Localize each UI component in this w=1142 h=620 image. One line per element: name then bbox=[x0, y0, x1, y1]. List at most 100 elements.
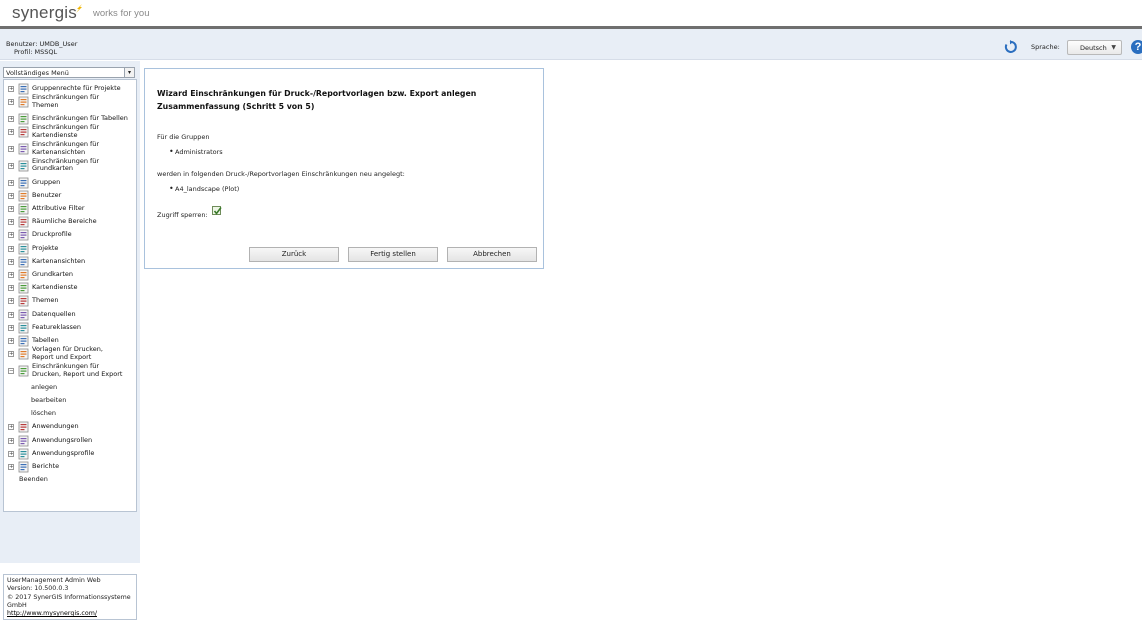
collapse-icon[interactable]: − bbox=[8, 368, 14, 374]
expand-icon[interactable]: + bbox=[8, 450, 14, 457]
sidebar-item-label: Kartenansichten bbox=[32, 256, 86, 265]
expand-icon[interactable]: + bbox=[8, 285, 14, 292]
sidebar-item[interactable]: + Vorlagen für Drucken, Report und Export bbox=[4, 345, 136, 362]
exit-link[interactable]: Beenden bbox=[19, 475, 48, 483]
footer-copyright: © 2017 SynerGIS Informationssysteme bbox=[7, 593, 131, 601]
expand-icon[interactable]: + bbox=[8, 424, 14, 431]
expand-icon[interactable]: + bbox=[8, 245, 14, 252]
sidebar-item[interactable]: + Datenquellen bbox=[4, 309, 136, 323]
spatial-area-icon bbox=[18, 216, 29, 228]
sidebar-item-label: Vorlagen für Drucken, Report und Export bbox=[32, 345, 103, 361]
sidebar-item[interactable]: + Berichte bbox=[4, 461, 136, 475]
table-icon bbox=[18, 335, 29, 347]
refresh-icon[interactable] bbox=[1003, 40, 1017, 54]
expand-icon[interactable]: + bbox=[8, 116, 14, 122]
sidebar-item[interactable]: + Attributive Filter bbox=[4, 203, 136, 217]
expand-icon[interactable]: + bbox=[8, 162, 14, 169]
user-name: Benutzer: UMDB_User bbox=[6, 40, 78, 48]
expand-icon[interactable]: + bbox=[8, 219, 14, 226]
expand-icon[interactable]: + bbox=[8, 272, 14, 278]
user-header: Benutzer: UMDB_User Profil: MSSQL bbox=[0, 29, 1142, 60]
wizard-title-line2: Zusammenfassung (Schritt 5 von 5) bbox=[157, 102, 315, 111]
sidebar-item[interactable]: − Einschränkungen für Drucken, Report und… bbox=[4, 362, 136, 379]
expand-icon[interactable]: + bbox=[8, 146, 14, 152]
finish-button[interactable]: Fertig stellen bbox=[348, 247, 438, 262]
expand-icon[interactable]: + bbox=[8, 192, 14, 199]
user-profile: Profil: MSSQL bbox=[14, 48, 58, 56]
expand-icon[interactable]: + bbox=[8, 351, 14, 358]
wizard-panel: Wizard Einschränkungen für Druck-/Report… bbox=[144, 68, 544, 269]
applications-icon bbox=[18, 421, 29, 433]
sidebar-item[interactable]: + Grundkarten bbox=[4, 269, 136, 283]
footer-app-name: UserManagement Admin Web bbox=[7, 577, 101, 584]
sidebar-item-label: Einschränkungen für Tabellen bbox=[32, 114, 128, 122]
template-item: A4_landscape (Plot) bbox=[169, 184, 239, 193]
sidebar-item-label: Datenquellen bbox=[32, 309, 76, 318]
sidebar-item[interactable]: + Kartendienste bbox=[4, 282, 136, 296]
expand-icon[interactable]: + bbox=[8, 298, 14, 305]
expand-icon[interactable]: + bbox=[8, 99, 14, 106]
sidebar-subitem[interactable]: löschen bbox=[31, 409, 56, 417]
themes-icon bbox=[18, 295, 29, 307]
menu-select[interactable]: Vollständiges Menü ▾ bbox=[3, 67, 135, 78]
synergis-logo[interactable]: synergis bbox=[12, 3, 77, 23]
restrict-tables-icon bbox=[18, 113, 29, 125]
footer-version: Version: 10.500.0.3 bbox=[7, 585, 69, 593]
sidebar-item-label: Räumliche Bereiche bbox=[32, 217, 97, 226]
group-rights-icon bbox=[18, 83, 29, 95]
sidebar-item[interactable]: + Einschränkungen für Grundkarten bbox=[4, 156, 136, 174]
menu-select-value: Vollständiges Menü bbox=[6, 69, 69, 77]
restrict-print-icon bbox=[18, 365, 29, 377]
sidebar-item[interactable]: + Einschränkungen für Kartendienste bbox=[4, 123, 136, 140]
footer-link[interactable]: http://www.mysynergis.com/ bbox=[7, 610, 133, 618]
expand-icon[interactable]: + bbox=[8, 129, 14, 136]
sidebar-item-label: Anwendungsprofile bbox=[32, 448, 95, 457]
sidebar-item[interactable]: + Gruppen bbox=[4, 177, 136, 191]
tagline: works for you bbox=[93, 8, 150, 19]
printer-icon bbox=[18, 229, 29, 241]
dropdown-arrow-icon: ▼ bbox=[1111, 44, 1116, 51]
sidebar-subitem[interactable]: bearbeiten bbox=[31, 396, 66, 404]
expand-icon[interactable]: + bbox=[8, 437, 14, 444]
sidebar-item[interactable]: + Einschränkungen für Kartenansichten bbox=[4, 140, 136, 157]
expand-icon[interactable]: + bbox=[8, 179, 14, 186]
sidebar-item[interactable]: + Anwendungsrollen bbox=[4, 435, 136, 449]
sidebar-item-label: Attributive Filter bbox=[32, 204, 85, 212]
expand-icon[interactable]: + bbox=[8, 232, 14, 239]
sidebar-item[interactable]: + Druckprofile bbox=[4, 229, 136, 243]
access-lock-checkbox[interactable] bbox=[212, 206, 222, 215]
sidebar-item[interactable]: + Kartenansichten bbox=[4, 256, 136, 270]
templates-icon bbox=[18, 348, 29, 360]
expand-icon[interactable]: + bbox=[8, 311, 14, 318]
chevron-down-icon[interactable]: ▾ bbox=[124, 68, 134, 77]
sidebar-item-label: Projekte bbox=[32, 243, 59, 252]
expand-icon[interactable]: + bbox=[8, 338, 14, 344]
help-icon[interactable]: ? bbox=[1131, 40, 1142, 54]
language-select[interactable]: Deutsch ▼ bbox=[1067, 40, 1122, 55]
expand-icon[interactable]: + bbox=[8, 206, 14, 212]
sidebar-item[interactable]: + Featureklassen bbox=[4, 322, 136, 336]
sidebar-subitem[interactable]: anlegen bbox=[31, 383, 57, 391]
restrict-themes-icon bbox=[18, 96, 29, 108]
sidebar-item[interactable]: + Anwendungen bbox=[4, 421, 136, 435]
sidebar-item-label: Einschränkungen für Grundkarten bbox=[32, 156, 100, 173]
back-button[interactable]: Zurück bbox=[249, 247, 339, 262]
sidebar-item[interactable]: + Benutzer bbox=[4, 190, 136, 204]
sidebar-item-label: Kartendienste bbox=[32, 283, 78, 292]
sidebar-item[interactable]: + Einschränkungen für Themen bbox=[4, 93, 136, 110]
expand-icon[interactable]: + bbox=[8, 324, 14, 331]
expand-icon[interactable]: + bbox=[8, 464, 14, 470]
sidebar-item[interactable]: + Räumliche Bereiche bbox=[4, 216, 136, 230]
sidebar-item[interactable]: + Anwendungsprofile bbox=[4, 448, 136, 462]
reports-icon bbox=[18, 461, 29, 473]
expand-icon[interactable]: + bbox=[8, 258, 14, 265]
sidebar-item-label: Anwendungsrollen bbox=[32, 435, 93, 444]
sidebar-item[interactable]: + Themen bbox=[4, 295, 136, 309]
sidebar-item-label: Druckprofile bbox=[32, 230, 72, 239]
sidebar-item-label: Berichte bbox=[32, 462, 60, 470]
expand-icon[interactable]: + bbox=[8, 86, 14, 92]
mapservices-icon bbox=[18, 282, 29, 294]
cancel-button[interactable]: Abbrechen bbox=[447, 247, 537, 262]
sidebar-item[interactable]: + Projekte bbox=[4, 243, 136, 257]
mapviews-icon bbox=[18, 256, 29, 268]
